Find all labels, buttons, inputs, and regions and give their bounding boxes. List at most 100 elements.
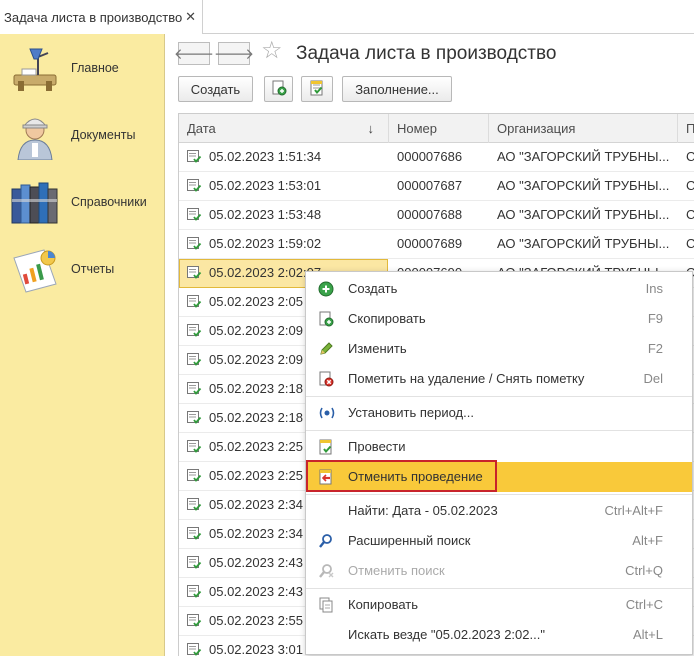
menu-item-shortcut: F9 [647, 311, 663, 326]
posted-document-icon [187, 609, 202, 627]
pencil-icon [318, 341, 336, 357]
menu-item-shortcut: F2 [647, 341, 663, 356]
menu-item-cancel-search[interactable]: Отменить поиск Ctrl+Q [306, 556, 692, 586]
copy-button[interactable] [264, 76, 293, 102]
cell-date-text: 05.02.2023 2:18 [209, 410, 303, 425]
cell-date-text: 05.02.2023 1:53:01 [209, 178, 322, 193]
cell-date: 05.02.2023 1:59:02 [179, 230, 388, 259]
menu-item-copy[interactable]: Копировать Ctrl+C [306, 590, 692, 620]
menu-item-label: Копировать [348, 597, 418, 612]
books-icon [8, 177, 62, 227]
menu-item-label: Скопировать [348, 311, 426, 326]
sidebar-item-references[interactable]: Справочники [0, 174, 165, 230]
back-button[interactable]: 🡐 [174, 42, 214, 65]
sidebar-item-reports[interactable]: Отчеты [0, 241, 165, 297]
menu-item-post[interactable]: Провести [306, 432, 692, 462]
create-button[interactable]: Создать [178, 76, 253, 102]
cell-date: 05.02.2023 1:53:48 [179, 201, 388, 230]
posted-document-icon [187, 580, 202, 598]
table-row[interactable]: 05.02.2023 1:53:48 000007688 АО "ЗАГОРСКИЙ… [179, 201, 694, 230]
table-row[interactable]: 05.02.2023 1:59:02 000007689 АО "ЗАГОРСКИЙ… [179, 230, 694, 259]
cell-date-text: 05.02.2023 3:01 [209, 642, 303, 656]
period-icon [318, 405, 336, 421]
menu-item-label: Расширенный поиск [348, 533, 471, 548]
cell-date-text: 05.02.2023 1:51:34 [209, 149, 322, 164]
cell-organization: АО "ЗАГОРСКИЙ ТРУБНЫ... [497, 178, 670, 193]
copy-document-icon [271, 80, 287, 99]
column-header-extra[interactable]: П [678, 114, 694, 143]
forward-button[interactable]: 🡒 [214, 42, 254, 65]
cell-date-text: 05.02.2023 2:43 [209, 584, 303, 599]
sort-down-icon: ↓ [367, 121, 375, 136]
cell-number: 000007687 [397, 178, 463, 193]
cell-date-text: 05.02.2023 2:05 [209, 294, 303, 309]
menu-item-label: Изменить [348, 341, 407, 356]
posted-document-icon [187, 638, 202, 656]
table-header: Дата ↓ Номер Организация П [179, 114, 694, 143]
highlight-frame [306, 460, 497, 492]
posted-document-icon [187, 493, 202, 511]
menu-item-label: Пометить на удаление / Снять пометку [348, 371, 585, 386]
menu-item-shortcut: Alt+L [633, 627, 663, 642]
sidebar-item-label: Главное [71, 61, 119, 75]
sidebar-item-main[interactable]: Главное [0, 40, 165, 96]
tab-document-task[interactable]: Задача листа в производство ✕ [0, 0, 203, 34]
menu-item-search-everywhere[interactable]: Искать везде "05.02.2023 2:02..." Alt+L [306, 620, 692, 650]
menu-item-label: Установить период... [348, 405, 474, 420]
cell-number: 000007688 [397, 207, 463, 222]
posted-document-icon [187, 261, 202, 279]
fill-button[interactable]: Заполнение... [342, 76, 452, 102]
menu-item-set-period[interactable]: Установить период... [306, 398, 692, 428]
tab-label: Задача листа в производство [4, 9, 183, 25]
post-button[interactable] [301, 76, 333, 102]
menu-item-label: Искать везде "05.02.2023 2:02..." [348, 627, 545, 642]
cell-date-text: 05.02.2023 2:25 [209, 439, 303, 454]
close-icon[interactable]: ✕ [185, 9, 196, 25]
worker-icon [8, 110, 62, 161]
cell-extra: С [678, 172, 694, 201]
menu-item-advanced-search[interactable]: Расширенный поиск Alt+F [306, 526, 692, 556]
column-header-number[interactable]: Номер [389, 114, 489, 143]
delete-mark-icon [318, 371, 336, 387]
posted-document-icon [187, 406, 202, 424]
column-header-date[interactable]: Дата ↓ [179, 114, 389, 143]
post-document-icon [318, 439, 336, 455]
menu-item-find[interactable]: Найти: Дата - 05.02.2023 Ctrl+Alt+F [306, 496, 692, 526]
menu-item-label: Провести [348, 439, 406, 454]
posted-document-icon [187, 464, 202, 482]
sidebar-item-documents[interactable]: Документы [0, 107, 165, 163]
menu-item-copy-document[interactable]: Скопировать F9 [306, 304, 692, 334]
menu-item-label: Отменить поиск [348, 563, 445, 578]
cell-organization: АО "ЗАГОРСКИЙ ТРУБНЫ... [497, 236, 670, 251]
posted-document-icon [187, 232, 202, 250]
cell-extra: С [678, 201, 694, 230]
cell-date-text: 05.02.2023 1:53:48 [209, 207, 322, 222]
menu-item-shortcut: Del [643, 371, 663, 386]
menu-separator [306, 588, 692, 589]
posted-document-icon [187, 377, 202, 395]
cell-date-text: 05.02.2023 2:34 [209, 526, 303, 541]
menu-item-mark-delete[interactable]: Пометить на удаление / Снять пометку Del [306, 364, 692, 394]
cell-date-text: 05.02.2023 2:25 [209, 468, 303, 483]
menu-item-label: Создать [348, 281, 398, 296]
sidebar-item-label: Справочники [71, 195, 147, 209]
cell-number: 000007689 [397, 236, 463, 251]
posted-document-icon [187, 522, 202, 540]
menu-item-create[interactable]: Создать Ins [306, 274, 692, 304]
post-document-icon [309, 80, 325, 99]
cell-extra: С [678, 230, 694, 259]
favorite-star-icon[interactable]: ☆ [261, 39, 283, 63]
posted-document-icon [187, 145, 202, 163]
cell-date-text: 05.02.2023 2:09 [209, 323, 303, 338]
cell-date-text: 05.02.2023 2:43 [209, 555, 303, 570]
posted-document-icon [187, 319, 202, 337]
menu-item-edit[interactable]: Изменить F2 [306, 334, 692, 364]
column-header-organization[interactable]: Организация [489, 114, 678, 143]
sidebar: Главное Документы Справочники Отчеты [0, 34, 165, 656]
report-chart-icon [8, 244, 62, 294]
cell-date-text: 05.02.2023 2:18 [209, 381, 303, 396]
menu-item-shortcut: Ins [645, 281, 663, 296]
cell-date-text: 05.02.2023 1:59:02 [209, 236, 322, 251]
table-row[interactable]: 05.02.2023 1:53:01 000007687 АО "ЗАГОРСКИЙ… [179, 172, 694, 201]
table-row[interactable]: 05.02.2023 1:51:34 000007686 АО "ЗАГОРСКИЙ… [179, 143, 694, 172]
